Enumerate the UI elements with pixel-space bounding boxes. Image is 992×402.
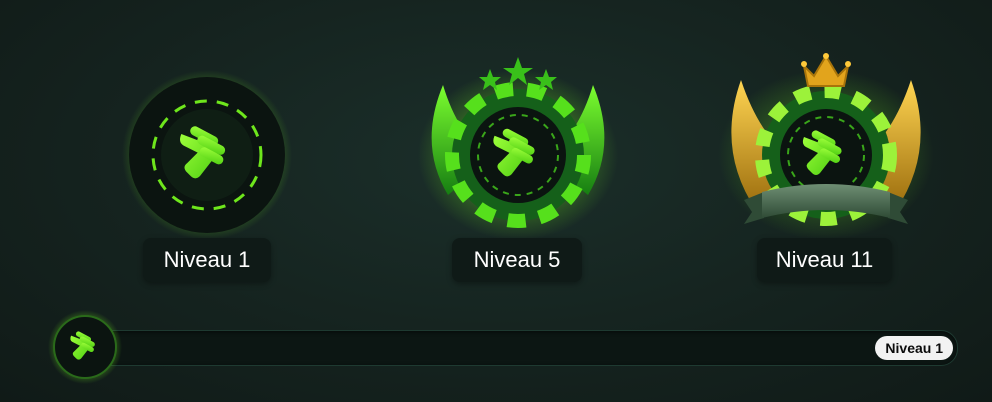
level-5-label: Niveau 5: [452, 238, 582, 282]
level-1-badge: [122, 70, 292, 240]
level-11-badge: [716, 50, 936, 240]
current-level-pill: Niveau 1: [875, 336, 953, 360]
level-progress-bar: Niveau 1: [86, 330, 958, 366]
hand-swipe-chip-icon: [122, 70, 292, 240]
current-level-chip: [48, 310, 122, 384]
three-stars-icon: [479, 57, 557, 90]
level-5-badge: [418, 55, 618, 240]
crown-icon: [801, 53, 851, 87]
hand-swipe-chip-icon: [48, 310, 122, 384]
level-11-label: Niveau 11: [757, 238, 892, 282]
level-1-label: Niveau 1: [143, 238, 271, 282]
